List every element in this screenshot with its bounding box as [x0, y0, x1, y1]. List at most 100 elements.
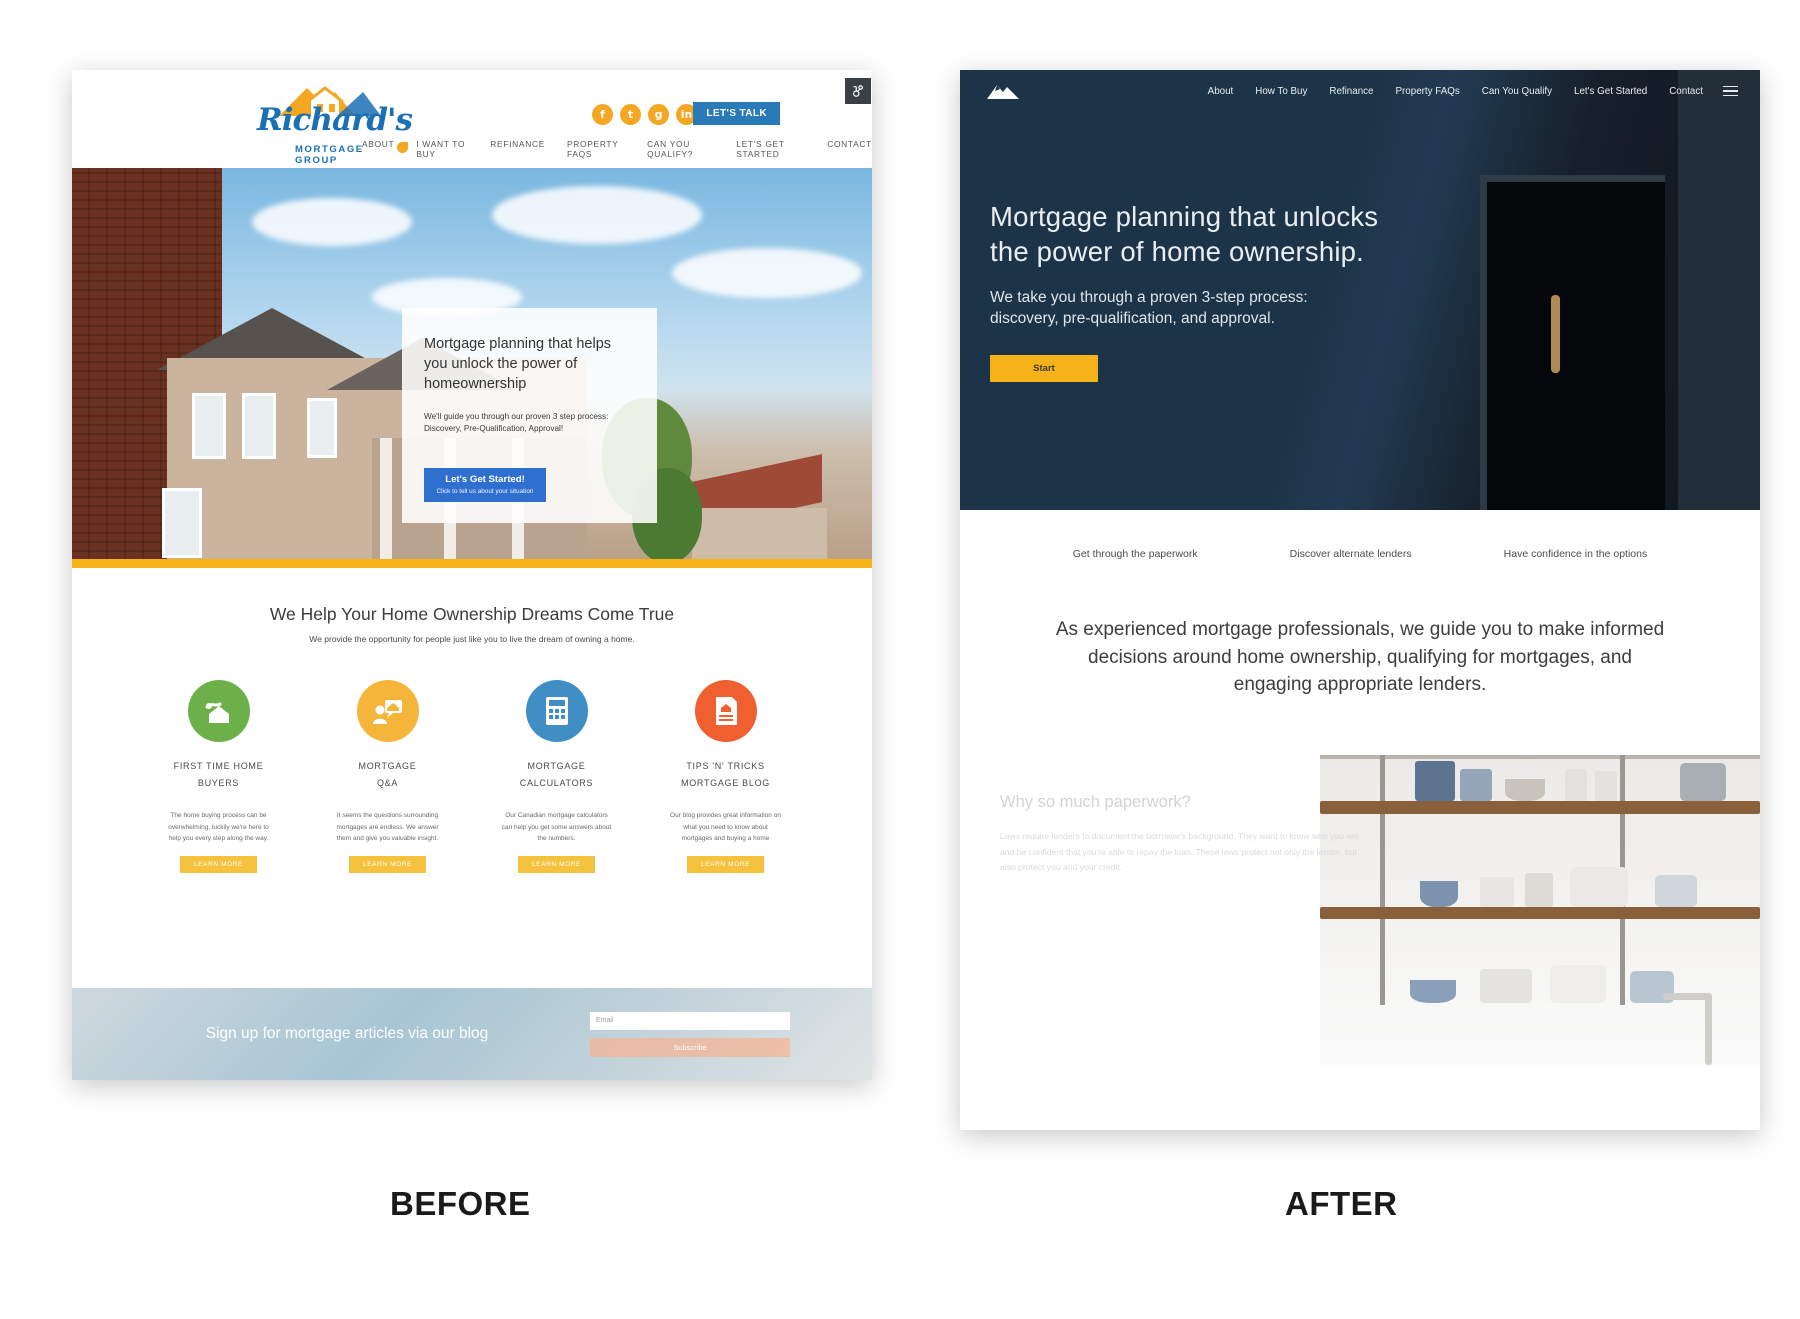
- after-why-heading: Why so much paperwork?: [1000, 792, 1191, 811]
- blue-bowl: [1410, 979, 1456, 1003]
- before-newsletter-section: Sign up for mortgage articles via our bl…: [72, 988, 872, 1080]
- cloud-decor: [252, 198, 412, 246]
- wood-shelf-middle: [1320, 906, 1760, 919]
- nav-item-contact[interactable]: Contact: [1669, 86, 1703, 97]
- nav-item-can-you-qualify[interactable]: Can You Qualify: [1482, 86, 1552, 97]
- before-hero-section: Mortgage planning that helps you unlock …: [72, 168, 872, 568]
- blue-canister: [1460, 768, 1492, 801]
- kitchen-shelf-photo: [1320, 754, 1760, 1065]
- before-section-heading: We Help Your Home Ownership Dreams Come …: [269, 604, 675, 624]
- before-section-subheading: We provide the opportunity for people ju…: [309, 634, 635, 644]
- feature-title-line2: BUYERS: [197, 778, 240, 789]
- nav-item-refinance[interactable]: REFINANCE: [490, 139, 545, 159]
- learn-more-button[interactable]: LEARN MORE: [518, 856, 595, 874]
- twitter-icon[interactable]: t: [620, 104, 641, 125]
- lets-talk-button[interactable]: LET'S TALK: [693, 102, 780, 125]
- after-hero-heading: Mortgage planning that unlocks the power…: [990, 200, 1510, 269]
- facebook-icon[interactable]: f: [592, 104, 613, 125]
- feature-card-body: Our Canadian mortgage calculators can he…: [501, 812, 612, 842]
- hero-yellow-divider: [72, 559, 872, 568]
- before-main-nav: ABOUT I WANT TO BUY REFINANCE PROPERTY F…: [362, 139, 872, 159]
- metal-pot: [1680, 762, 1726, 801]
- before-website-mockup: Richard's MORTGAGE GROUP f t g in LET'S …: [72, 70, 872, 1080]
- after-lead-section: As experienced mortgage professionals, w…: [960, 560, 1760, 699]
- feature-title-line2: CALCULATORS: [519, 778, 594, 789]
- start-button[interactable]: Start: [990, 355, 1098, 383]
- before-logo-wordmark: Richard's: [257, 102, 413, 138]
- after-hero-heading-line1: Mortgage planning that unlocks: [990, 201, 1379, 232]
- after-main-nav: About How To Buy Refinance Property FAQs…: [960, 70, 1760, 112]
- after-hero-sub-line2: discovery, pre-qualification, and approv…: [990, 310, 1275, 328]
- feature-card-title: TIPS 'N' TRICKS MORTGAGE BLOG: [663, 758, 788, 792]
- before-hero-card: Mortgage planning that helps you unlock …: [402, 308, 657, 523]
- window: [307, 398, 337, 458]
- window: [162, 488, 202, 558]
- learn-more-button[interactable]: LEARN MORE: [687, 856, 764, 874]
- dutch-oven: [1570, 866, 1628, 907]
- nav-item-can-you-qualify[interactable]: CAN YOU QUALIFY?: [647, 139, 714, 159]
- nav-item-property-faqs[interactable]: PROPERTY FAQS: [567, 139, 625, 159]
- benefit-alternate-lenders[interactable]: Discover alternate lenders: [1290, 548, 1412, 560]
- feature-title-line1: FIRST TIME HOME: [173, 761, 264, 771]
- window: [192, 393, 226, 459]
- feature-card-mortgage-qa[interactable]: MORTGAGE Q&A It seems the questions surr…: [325, 680, 450, 874]
- nav-item-about[interactable]: About: [1208, 86, 1234, 97]
- feature-title-line1: TIPS 'N' TRICKS: [686, 761, 765, 771]
- feature-card-tips-blog[interactable]: TIPS 'N' TRICKS MORTGAGE BLOG Our blog p…: [663, 680, 788, 874]
- nav-item-property-faqs[interactable]: Property FAQs: [1396, 86, 1460, 97]
- nav-item-contact[interactable]: CONTACT: [827, 139, 872, 159]
- after-hero-heading-line2: the power of home ownership.: [990, 235, 1365, 267]
- potted-plant: [1595, 770, 1617, 801]
- lets-get-started-button[interactable]: Let's Get Started! Click to tell us abou…: [424, 468, 546, 502]
- blue-pot: [1655, 874, 1697, 907]
- hamburger-menu-icon[interactable]: [1723, 85, 1738, 97]
- before-features-section: We Help Your Home Ownership Dreams Come …: [72, 568, 872, 874]
- nav-item-about[interactable]: ABOUT: [362, 139, 394, 159]
- nav-item-how-to-buy[interactable]: How To Buy: [1255, 86, 1307, 97]
- grey-bowl: [1505, 778, 1545, 801]
- learn-more-button[interactable]: LEARN MORE: [180, 856, 257, 874]
- nav-item-i-want-to-buy[interactable]: I WANT TO BUY: [416, 139, 468, 159]
- newsletter-form: Email Subscribe: [590, 1011, 790, 1057]
- nav-item-lets-get-started[interactable]: Let's Get Started: [1574, 86, 1647, 97]
- feature-title-line2: Q&A: [376, 778, 399, 789]
- white-jar: [1480, 876, 1514, 907]
- before-hero-subheading: We'll guide you through our proven 3 ste…: [424, 412, 609, 433]
- shelf-rod: [1380, 754, 1385, 1005]
- before-label: BEFORE: [390, 1185, 531, 1222]
- after-hero-subheading: We take you through a proven 3-step proc…: [990, 287, 1510, 329]
- before-social-links: f t g in: [592, 104, 697, 125]
- feature-title-line1: MORTGAGE: [358, 761, 417, 771]
- feature-card-mortgage-calculators[interactable]: MORTGAGE CALCULATORS Our Canadian mortga…: [494, 680, 619, 874]
- learn-more-button[interactable]: LEARN MORE: [349, 856, 426, 874]
- potted-plant: [1565, 768, 1587, 801]
- hubspot-sprocket-icon[interactable]: [845, 78, 871, 104]
- after-website-mockup: About How To Buy Refinance Property FAQs…: [960, 70, 1760, 1130]
- feature-card-body: Our blog provides great information on w…: [670, 812, 781, 842]
- after-label: AFTER: [1285, 1185, 1398, 1222]
- door-handle: [1551, 295, 1560, 373]
- feature-card-title: FIRST TIME HOME BUYERS: [156, 758, 281, 792]
- agent-speech-house-icon: [356, 680, 419, 742]
- email-input[interactable]: Email: [590, 1011, 790, 1030]
- feature-card-first-time-buyers[interactable]: FIRST TIME HOME BUYERS The home buying p…: [156, 680, 281, 874]
- feature-card-title: MORTGAGE Q&A: [325, 758, 450, 792]
- newsletter-heading: Sign up for mortgage articles via our bl…: [205, 1024, 489, 1042]
- mountain-logo-icon[interactable]: [986, 81, 1020, 101]
- after-nav-links: About How To Buy Refinance Property FAQs…: [1208, 86, 1703, 97]
- after-benefit-list: Get through the paperwork Discover alter…: [960, 510, 1760, 560]
- after-lead-paragraph: As experienced mortgage professionals, w…: [1055, 619, 1665, 696]
- wall-panel: [1678, 70, 1760, 510]
- subscribe-button[interactable]: Subscribe: [590, 1037, 790, 1057]
- google-plus-icon[interactable]: g: [648, 104, 669, 125]
- nav-item-lets-get-started[interactable]: LET'S GET STARTED: [736, 139, 805, 159]
- comparison-canvas: Richard's MORTGAGE GROUP f t g in LET'S …: [0, 0, 1800, 1319]
- blue-bowl: [1420, 880, 1458, 907]
- hand-house-key-icon: [187, 680, 250, 742]
- benefit-confidence-options[interactable]: Have confidence in the options: [1504, 548, 1648, 560]
- benefit-paperwork[interactable]: Get through the paperwork: [1073, 548, 1198, 560]
- lets-get-started-label: Let's Get Started!: [445, 474, 525, 485]
- document-house-icon: [694, 680, 757, 742]
- nav-item-refinance[interactable]: Refinance: [1329, 86, 1373, 97]
- feature-card-body: The home buying process can be overwhelm…: [168, 812, 269, 842]
